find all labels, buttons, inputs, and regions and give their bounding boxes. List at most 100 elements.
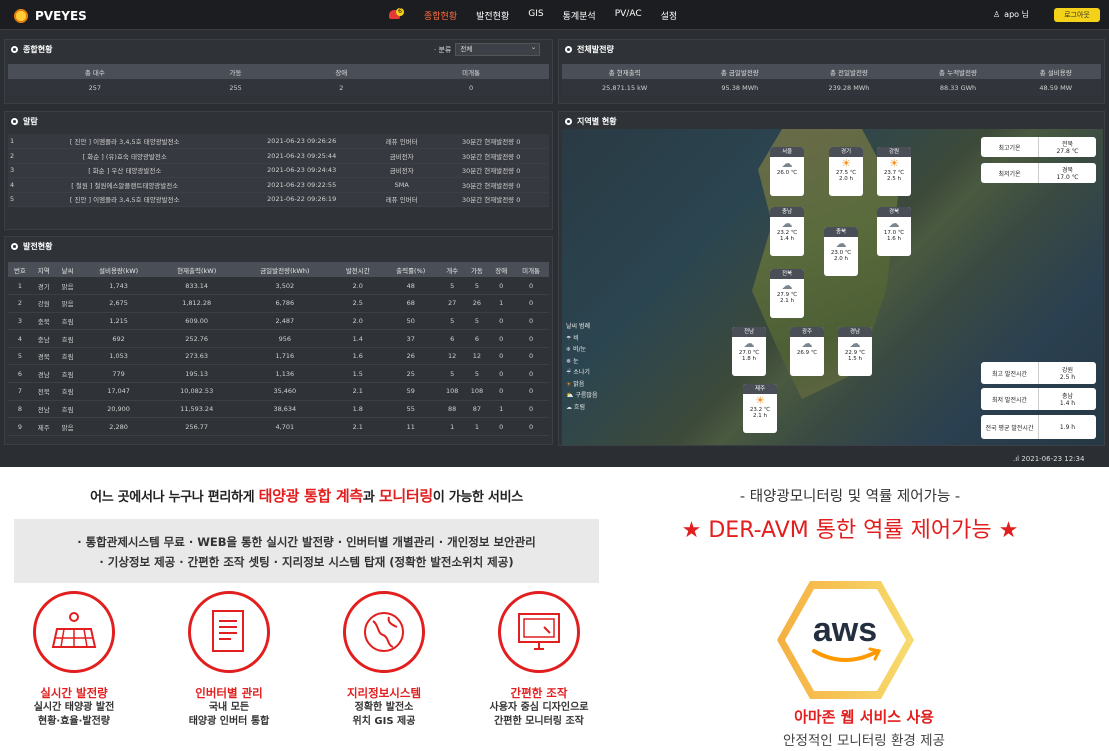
generation-cell: 108 (464, 382, 490, 401)
app-logo[interactable]: PVEYES (12, 7, 87, 25)
generation-cell: 7 (8, 382, 32, 401)
weather-card[interactable]: 충남 ☁ 23.2 ℃ 1.4 h (770, 207, 804, 256)
legend-title: 날씨 범례 (566, 323, 590, 330)
summary-value: 2 (289, 79, 394, 96)
app-title: PVEYES (35, 9, 87, 23)
generation-cell: 88 (439, 400, 465, 419)
user-icon: ♙ (993, 10, 1001, 19)
weather-card[interactable]: 서울 ☁ 26.0 ℃ (770, 147, 804, 196)
aws-description: 안정적인 모니터링 환경 제공 (783, 733, 945, 749)
legend-item: ☁ 흐림 (566, 402, 597, 414)
summary-header: 가동 (181, 64, 290, 79)
region-hours: 1.6 h (887, 236, 901, 242)
generation-cell: 9 (8, 417, 32, 436)
weather-card[interactable]: 경남 ☁ 22.9 ℃ 1.5 h (838, 327, 872, 376)
generation-cell: 맑음 (55, 294, 80, 313)
generation-row[interactable]: 1 경기 맑음 1,743 833.14 3,502 2.0 48 5 5 0 0 (8, 277, 549, 296)
weather-card[interactable]: 경북 ☁ 17.0 ℃ 1.6 h (877, 207, 911, 256)
weather-card[interactable]: 제주 ☀ 23.2 ℃ 2.1 h (743, 384, 777, 433)
menu-pvac[interactable]: PV/AC (615, 9, 642, 22)
generation-cell: 1,716 (235, 347, 334, 366)
overall-table: 총 현재출력 총 금일발전량 총 전일발전량 총 누적발전량 총 설비용량 25,871.… (562, 64, 1101, 96)
region-hours: 1.5 h (848, 356, 862, 362)
alarm-row[interactable]: 4[ 철원 ] 철원에스알플랜트태양광발전소 2021-06-23 09:22:5… (8, 177, 549, 193)
user-name: apo 님 (1004, 10, 1029, 19)
alarm-cell: 30분간 현재발전량 0 (433, 192, 549, 207)
overall-header: 총 현재출력 (562, 64, 688, 79)
generation-cell: 0 (489, 347, 514, 366)
alarm-cell: 30분간 현재발전량 0 (433, 148, 549, 164)
menu-gis[interactable]: GIS (528, 9, 543, 22)
legend-item: ⛅ 구름많음 (566, 390, 597, 402)
generation-cell: 흐림 (55, 364, 80, 384)
weather-card[interactable]: 경기 ☀ 27.5 ℃ 2.0 h (829, 147, 863, 196)
legend-item: ❄ 비/눈 (566, 344, 597, 356)
generation-cell: 2,487 (235, 312, 334, 331)
menu-statistics[interactable]: 통계분석 (563, 9, 596, 22)
category-select[interactable]: 전체 (455, 42, 541, 56)
weather-card[interactable]: 충북 ☁ 23.0 ℃ 2.0 h (824, 227, 858, 276)
generation-cell: 5 (464, 364, 490, 384)
generation-cell: 0 (513, 312, 549, 331)
menu-overview[interactable]: 종합현황 (424, 9, 457, 22)
menu-generation[interactable]: 발전현황 (476, 9, 509, 22)
region-hours: 2.1 h (753, 413, 767, 419)
globe-icon (343, 591, 425, 673)
generation-cell: 10,082.53 (157, 382, 236, 401)
generation-cell: 0 (489, 277, 514, 296)
min-hours-label: 최저 발전시간 (981, 388, 1039, 410)
legend-label: 비 (573, 334, 579, 342)
generation-row[interactable]: 3 충북 흐림 1,215 609.00 2,487 2.0 50 5 5 0 0 (8, 312, 549, 331)
weather-card[interactable]: 광주 ☁ 26.9 ℃ (790, 327, 824, 376)
legend-label: 소나기 (573, 369, 590, 376)
generation-header: 번호 (8, 262, 32, 277)
generation-row[interactable]: 9 제주 맑음 2,280 256.77 4,701 2.1 11 1 1 0 0 (8, 417, 549, 436)
alarm-row[interactable]: 3[ 화순 ] 우산 태양광발전소 2021-06-23 09:24:43 금비전자… (8, 163, 549, 178)
feature-box: · 통합관제시스템 무료 · WEB을 통한 실시간 발전량 · 인버터별 개별… (14, 519, 599, 583)
weather-card[interactable]: 전남 ☁ 27.0 ℃ 1.8 h (732, 327, 766, 376)
alarm-row[interactable]: 1[ 진안 ] 이엠플라 3,4,5호 태양광발전소 2021-06-23 09:… (8, 134, 549, 149)
generation-row[interactable]: 6 경남 흐림 779 195.13 1,136 1.5 25 5 5 0 0 (8, 364, 549, 384)
overall-header: 총 누적발전량 (905, 64, 1011, 79)
overall-header: 총 설비용량 (1010, 64, 1101, 79)
generation-cell: 5 (464, 312, 490, 331)
generation-cell: 2.0 (333, 312, 382, 331)
generation-header: 가동 (464, 262, 490, 277)
generation-cell: 87 (464, 400, 490, 419)
section-icon (11, 243, 18, 250)
generation-cell: 26 (464, 294, 490, 313)
alarm-bell-icon[interactable]: 6 (389, 8, 404, 20)
generation-row[interactable]: 8 전남 흐림 20,900 11,593.24 38,634 1.8 55 88 87 1 0 (8, 400, 549, 419)
avg-hours-box: 전국 평균 발전시간 1.9 h (981, 415, 1096, 439)
generation-cell: 273.63 (157, 347, 236, 366)
logout-button[interactable]: 로그아웃 (1054, 8, 1100, 22)
weather-card[interactable]: 강원 ☀ 23.7 ℃ 2.5 h (877, 147, 911, 196)
max-hours-label: 최고 발전시간 (981, 362, 1039, 384)
summary-table: 총 대수 가동 장애 미개통 257 255 2 0 (8, 64, 549, 96)
region-temp: 26.0 ℃ (776, 170, 798, 176)
region-temp: 26.9 ℃ (796, 350, 818, 356)
region-map[interactable]: 서울 ☁ 26.0 ℃ 경기 ☀ 27.5 ℃ 2.0 h 강원 ☀ 23.7 ℃ 2.5 h 충남 ☁… (562, 129, 1103, 445)
alarm-row[interactable]: 5[ 진안 ] 이엠플라 3,4,5호 태양광발전소 2021-06-22 09:… (8, 192, 549, 207)
main-menu: 종합현황 발전현황 GIS 통계분석 PV/AC 설정 (424, 9, 677, 22)
generation-cell: 1 (489, 294, 514, 313)
generation-row[interactable]: 4 충남 흐림 692 252.76 956 1.4 37 6 6 0 0 (8, 329, 549, 348)
legend-item: ☀ 맑음 (566, 379, 597, 391)
min-hours-box: 최저 발전시간 충남 1.4 h (981, 388, 1096, 410)
alarm-row[interactable]: 2[ 화순 ] (유)효숙 태양광발전소 2021-06-23 09:25:44 금… (8, 148, 549, 164)
generation-row[interactable]: 2 강원 맑음 2,675 1,812.28 6,786 2.5 68 27 26 1 0 (8, 294, 549, 313)
generation-cell: 2.1 (333, 382, 382, 401)
generation-cell: 35,460 (235, 382, 334, 401)
generation-row[interactable]: 7 전북 흐림 17,047 10,082.53 35,460 2.1 59 108 108 0 0 (8, 382, 549, 401)
menu-settings[interactable]: 설정 (661, 9, 678, 22)
min-temp-label: 최저기온 (981, 163, 1039, 183)
generation-cell: 1.6 (333, 347, 382, 366)
weather-card[interactable]: 전북 ☁ 27.9 ℃ 2.1 h (770, 269, 804, 318)
alarm-cell: 30분간 현재발전량 0 (433, 177, 549, 193)
cloudy-icon: ☁ (781, 217, 793, 230)
max-hours-box: 최고 발전시간 강원 2.5 h (981, 362, 1096, 384)
generation-cell: 50 (381, 312, 440, 331)
features-line-2: · 기상정보 제공 · 간편한 조작 셋팅 · 지리정보 시스템 탑재 (정확한… (99, 555, 514, 569)
max-temp-label: 최고기온 (981, 137, 1039, 157)
generation-row[interactable]: 5 경북 흐림 1,053 273.63 1,716 1.6 26 12 12 0 0 (8, 347, 549, 366)
